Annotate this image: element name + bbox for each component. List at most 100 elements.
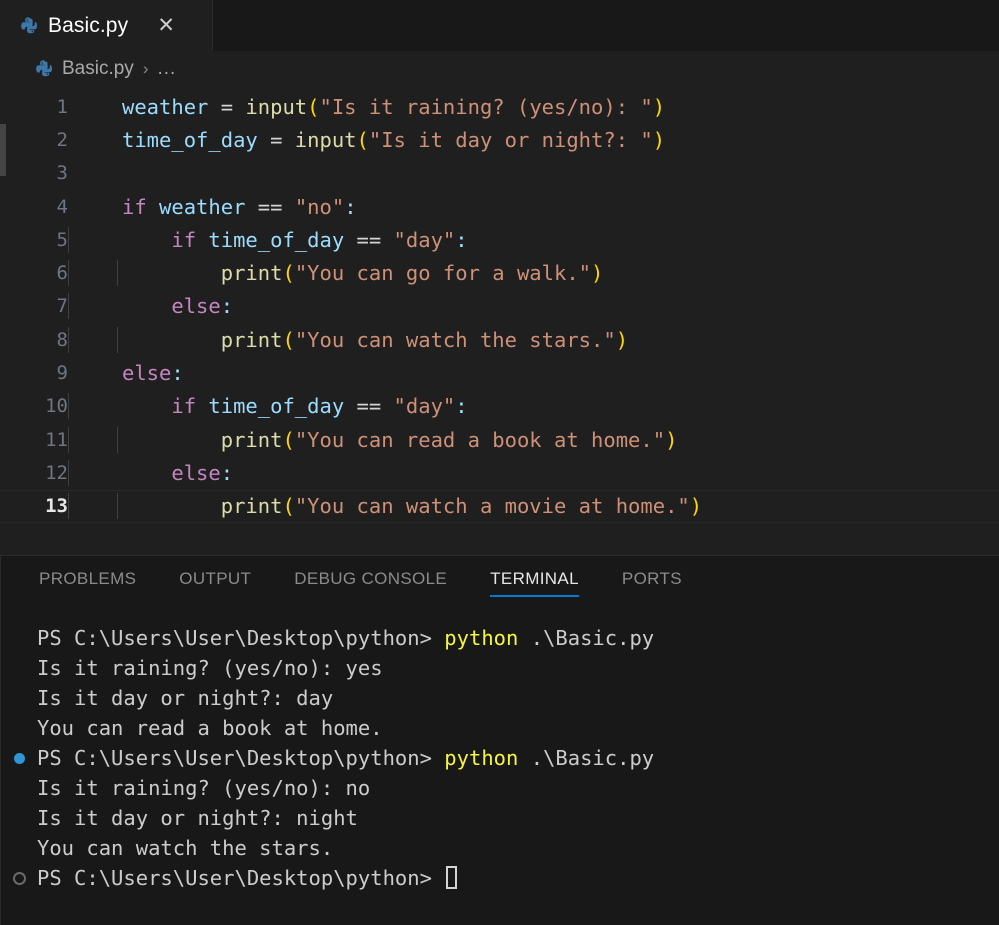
- line-number: 13: [45, 495, 68, 518]
- code-line[interactable]: 10 if time_of_day == "day":: [0, 390, 999, 423]
- code-line[interactable]: 12 else:: [0, 456, 999, 489]
- editor-vertical-scrollbar[interactable]: [0, 124, 6, 176]
- code-token-string: "no": [294, 194, 345, 219]
- code-line[interactable]: 9 else:: [0, 356, 999, 389]
- close-icon[interactable]: ✕: [155, 15, 177, 36]
- code-token-bracket: ): [665, 427, 678, 452]
- code-token-string: "Is it raining? (yes/no): ": [319, 94, 653, 119]
- code-line-content: if weather == "no":: [68, 195, 357, 219]
- code-line-content: print("You can read a book at home."): [68, 426, 678, 453]
- code-token-keyword: if: [122, 194, 147, 219]
- terminal-prompt: PS C:\Users\User\Desktop\python>: [37, 866, 445, 890]
- indent-guide: [68, 326, 69, 353]
- code-token-bracket: ): [652, 127, 666, 152]
- code-line[interactable]: 1 weather = input("Is it raining? (yes/no…: [0, 90, 999, 123]
- code-line-content: if time_of_day == "day":: [68, 226, 468, 253]
- terminal-output: You can read a book at home.: [37, 716, 383, 740]
- code-token-keyword: else: [122, 361, 172, 386]
- indent-guide: [68, 393, 69, 420]
- indent-guide: [68, 293, 69, 320]
- indent-guide: [68, 426, 69, 453]
- code-line-content: time_of_day = input("Is it day or night?…: [68, 128, 665, 152]
- terminal-line: Is it raining? (yes/no): yes: [1, 653, 999, 683]
- panel-tab-ports[interactable]: PORTS: [622, 569, 682, 597]
- code-line[interactable]: 2 time_of_day = input("Is it day or night…: [0, 123, 999, 156]
- code-token-keyword: else: [171, 294, 221, 319]
- code-token-variable: weather: [122, 94, 209, 119]
- code-token-bracket: ): [591, 261, 604, 286]
- code-line-content: else:: [68, 361, 184, 385]
- panel-tab-bar: PROBLEMS OUTPUT DEBUG CONSOLE TERMINAL PORTS: [1, 556, 999, 609]
- tab-bar-empty-area: [213, 0, 999, 51]
- code-token-function: print: [220, 494, 283, 519]
- code-token-keyword: if: [171, 227, 197, 252]
- code-line[interactable]: 7 else:: [0, 290, 999, 323]
- bottom-panel: PROBLEMS OUTPUT DEBUG CONSOLE TERMINAL PORTS…: [0, 555, 999, 925]
- code-token-bracket: (: [356, 127, 369, 152]
- code-line[interactable]: 3: [0, 157, 999, 190]
- code-line[interactable]: 4 if weather == "no":: [0, 190, 999, 223]
- terminal-line-text: Is it day or night?: day: [37, 683, 333, 713]
- code-token-bracket: (: [282, 427, 295, 452]
- terminal-line: Is it day or night?: day: [1, 683, 999, 713]
- code-token-function: print: [220, 427, 283, 452]
- code-line[interactable]: 8 print("You can watch the stars."): [0, 323, 999, 356]
- terminal-command-decoration[interactable]: [1, 871, 37, 885]
- code-token-string: "Is it day or night?: ": [368, 127, 653, 152]
- editor-tab-label: Basic.py: [48, 13, 129, 37]
- indent-guide: [68, 260, 69, 287]
- code-lines: 1 weather = input("Is it raining? (yes/no…: [0, 86, 999, 523]
- terminal-output[interactable]: PS C:\Users\User\Desktop\python> python …: [1, 609, 999, 925]
- code-line[interactable]: 6 print("You can go for a walk."): [0, 256, 999, 289]
- terminal-line-text: PS C:\Users\User\Desktop\python> python …: [37, 623, 654, 653]
- terminal-cursor: [446, 866, 458, 889]
- code-line[interactable]: 13 print("You can watch a movie at home.…: [0, 489, 999, 523]
- vscode-window: Basic.py ✕ Basic.py › ... 1 weather = inp…: [0, 0, 999, 925]
- command-status-pending-icon[interactable]: [12, 871, 26, 885]
- code-token-variable: time_of_day: [122, 127, 258, 152]
- panel-tab-terminal[interactable]: TERMINAL: [490, 569, 579, 597]
- code-line-content: else:: [68, 459, 233, 486]
- code-token-string: "You can read a book at home.": [294, 427, 666, 452]
- panel-tab-output[interactable]: OUTPUT: [179, 569, 251, 597]
- code-token-bracket: (: [282, 327, 295, 352]
- panel-tab-problems[interactable]: PROBLEMS: [39, 569, 136, 597]
- code-editor[interactable]: 1 weather = input("Is it raining? (yes/no…: [0, 86, 999, 555]
- code-line[interactable]: 11 print("You can read a book at home."): [0, 423, 999, 456]
- code-token-string: "You can watch the stars.": [294, 327, 616, 352]
- line-number: 9: [56, 362, 68, 385]
- terminal-command: python: [444, 746, 519, 770]
- indent-guide: [117, 493, 119, 520]
- code-token-keyword: else: [171, 460, 221, 485]
- code-token-function: print: [220, 327, 283, 352]
- indent-guide: [68, 459, 69, 486]
- breadcrumb-overflow[interactable]: ...: [157, 58, 176, 80]
- code-token-bracket: ): [652, 94, 666, 119]
- terminal-line: PS C:\Users\User\Desktop\python> python …: [1, 743, 999, 773]
- terminal-command-decoration[interactable]: [1, 752, 37, 764]
- indent-guide: [117, 260, 119, 287]
- terminal-prompt: PS C:\Users\User\Desktop\python>: [37, 746, 445, 770]
- command-status-success-icon[interactable]: [13, 752, 25, 764]
- indent-guide: [68, 226, 69, 253]
- terminal-line-text: PS C:\Users\User\Desktop\python> python …: [37, 743, 654, 773]
- indent-guide: [68, 493, 69, 520]
- breadcrumb-item-file[interactable]: Basic.py: [62, 58, 134, 80]
- code-line[interactable]: 5 if time_of_day == "day":: [0, 223, 999, 256]
- code-line-content: print("You can watch the stars."): [68, 326, 628, 353]
- panel-tab-debug-console[interactable]: DEBUG CONSOLE: [294, 569, 447, 597]
- terminal-prompt: .\Basic.py: [518, 746, 655, 770]
- line-number: 8: [56, 328, 68, 351]
- line-number: 3: [56, 162, 68, 185]
- editor-tab-basic-py[interactable]: Basic.py ✕: [0, 0, 213, 51]
- code-token-variable: time_of_day: [208, 227, 345, 252]
